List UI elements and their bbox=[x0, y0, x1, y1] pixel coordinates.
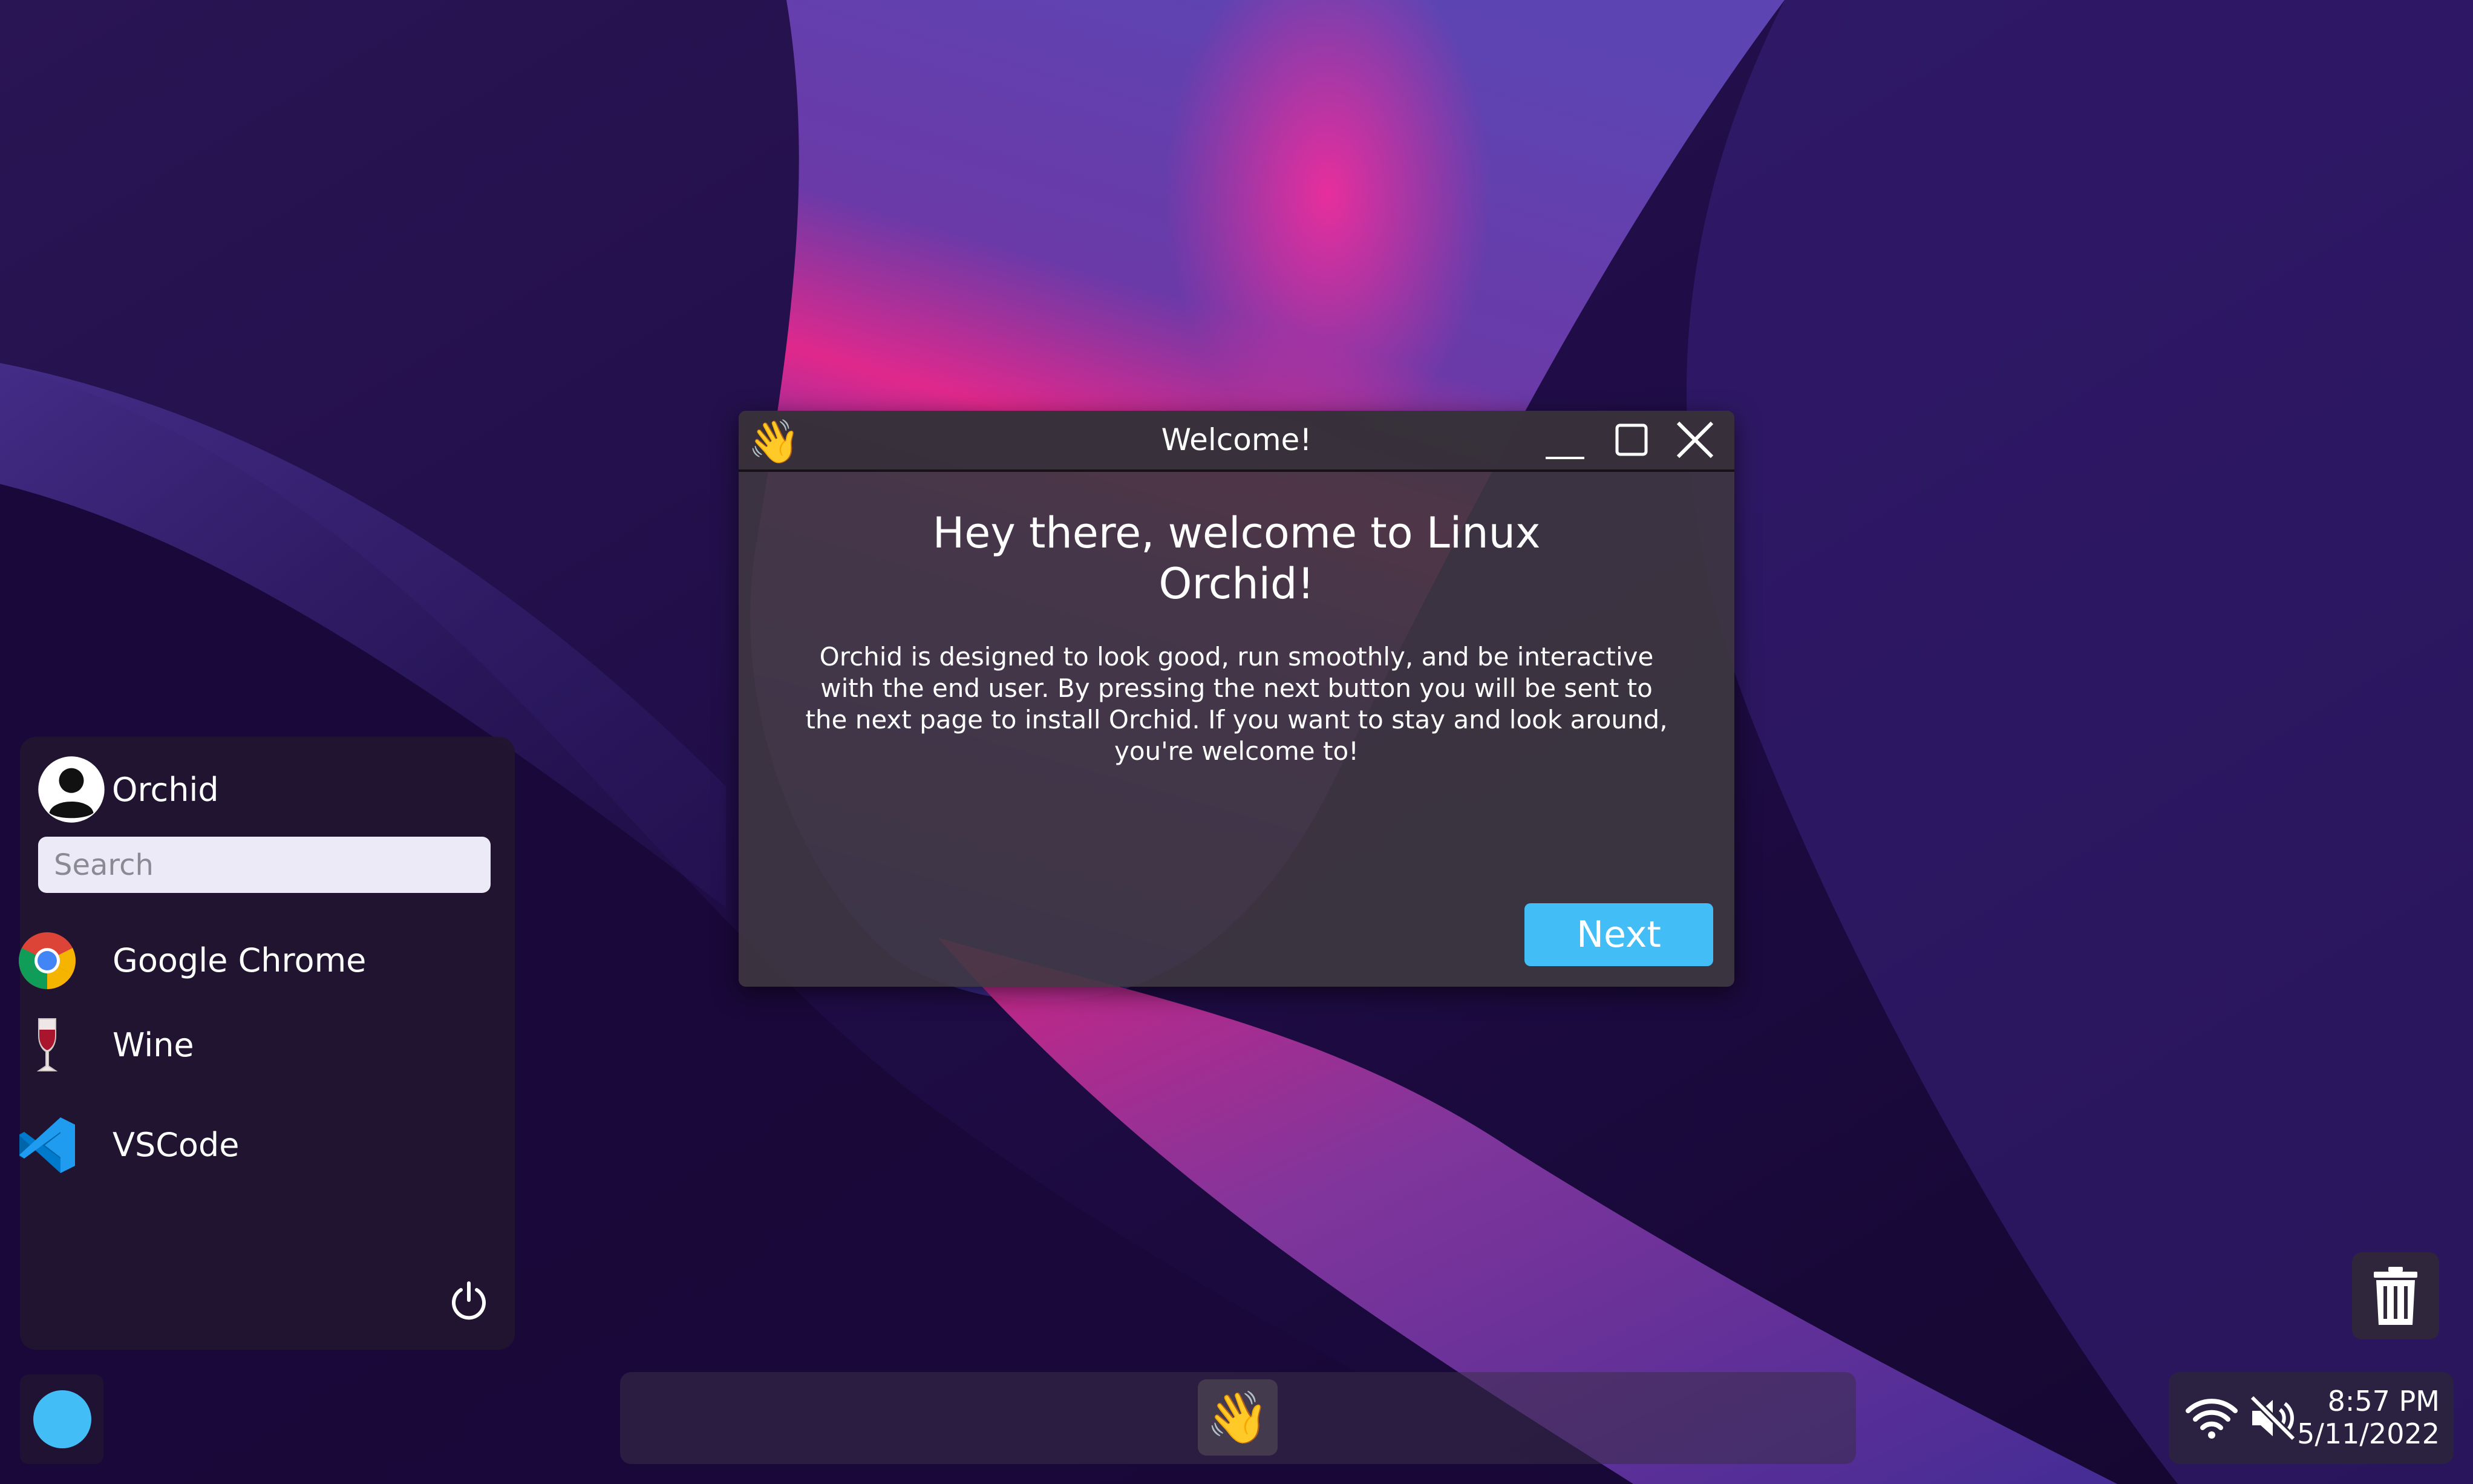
taskbar: 👋 bbox=[620, 1372, 1856, 1464]
search-input[interactable] bbox=[38, 837, 491, 893]
next-button[interactable]: Next bbox=[1524, 903, 1713, 966]
taskbar-app-welcome[interactable]: 👋 bbox=[1198, 1379, 1278, 1456]
chrome-icon bbox=[19, 932, 76, 989]
user-name: Orchid bbox=[112, 771, 219, 809]
clock-date[interactable]: 5/11/2022 bbox=[2288, 1417, 2440, 1451]
clock-time[interactable]: 8:57 PM bbox=[2301, 1384, 2440, 1418]
user-avatar-icon[interactable] bbox=[37, 755, 106, 824]
minimize-button[interactable] bbox=[1543, 418, 1587, 462]
wine-glass-icon bbox=[36, 1018, 58, 1071]
orchid-logo-icon bbox=[33, 1390, 91, 1448]
app-label: Wine bbox=[113, 1026, 194, 1064]
close-button[interactable] bbox=[1673, 418, 1717, 462]
trash-button[interactable] bbox=[2352, 1252, 2439, 1339]
minimize-icon bbox=[1546, 457, 1584, 459]
app-label: Google Chrome bbox=[113, 941, 367, 979]
power-icon[interactable] bbox=[448, 1280, 490, 1322]
welcome-window: 👋 Welcome! Hey there, welcome to Linux O… bbox=[739, 411, 1734, 987]
welcome-body-text: Orchid is designed to look good, run smo… bbox=[805, 642, 1668, 766]
trash-icon bbox=[2374, 1267, 2417, 1325]
window-titlebar[interactable]: 👋 Welcome! bbox=[739, 411, 1734, 472]
app-label: VSCode bbox=[113, 1126, 240, 1164]
app-item-vscode[interactable]: VSCode bbox=[17, 1112, 477, 1178]
welcome-heading: Hey there, welcome to Linux Orchid! bbox=[932, 508, 1541, 609]
maximize-button[interactable] bbox=[1610, 418, 1653, 462]
wifi-icon[interactable] bbox=[2186, 1396, 2238, 1440]
vscode-icon bbox=[19, 1117, 75, 1173]
desktop: 👋 Welcome! Hey there, welcome to Linux O… bbox=[0, 0, 2473, 1484]
close-icon bbox=[1676, 421, 1714, 459]
maximize-icon bbox=[1615, 423, 1648, 456]
system-tray: 8:57 PM 5/11/2022 bbox=[2169, 1372, 2454, 1464]
app-item-wine[interactable]: Wine bbox=[17, 1012, 477, 1079]
start-button[interactable] bbox=[20, 1374, 103, 1464]
app-item-google-chrome[interactable]: Google Chrome bbox=[17, 927, 477, 994]
